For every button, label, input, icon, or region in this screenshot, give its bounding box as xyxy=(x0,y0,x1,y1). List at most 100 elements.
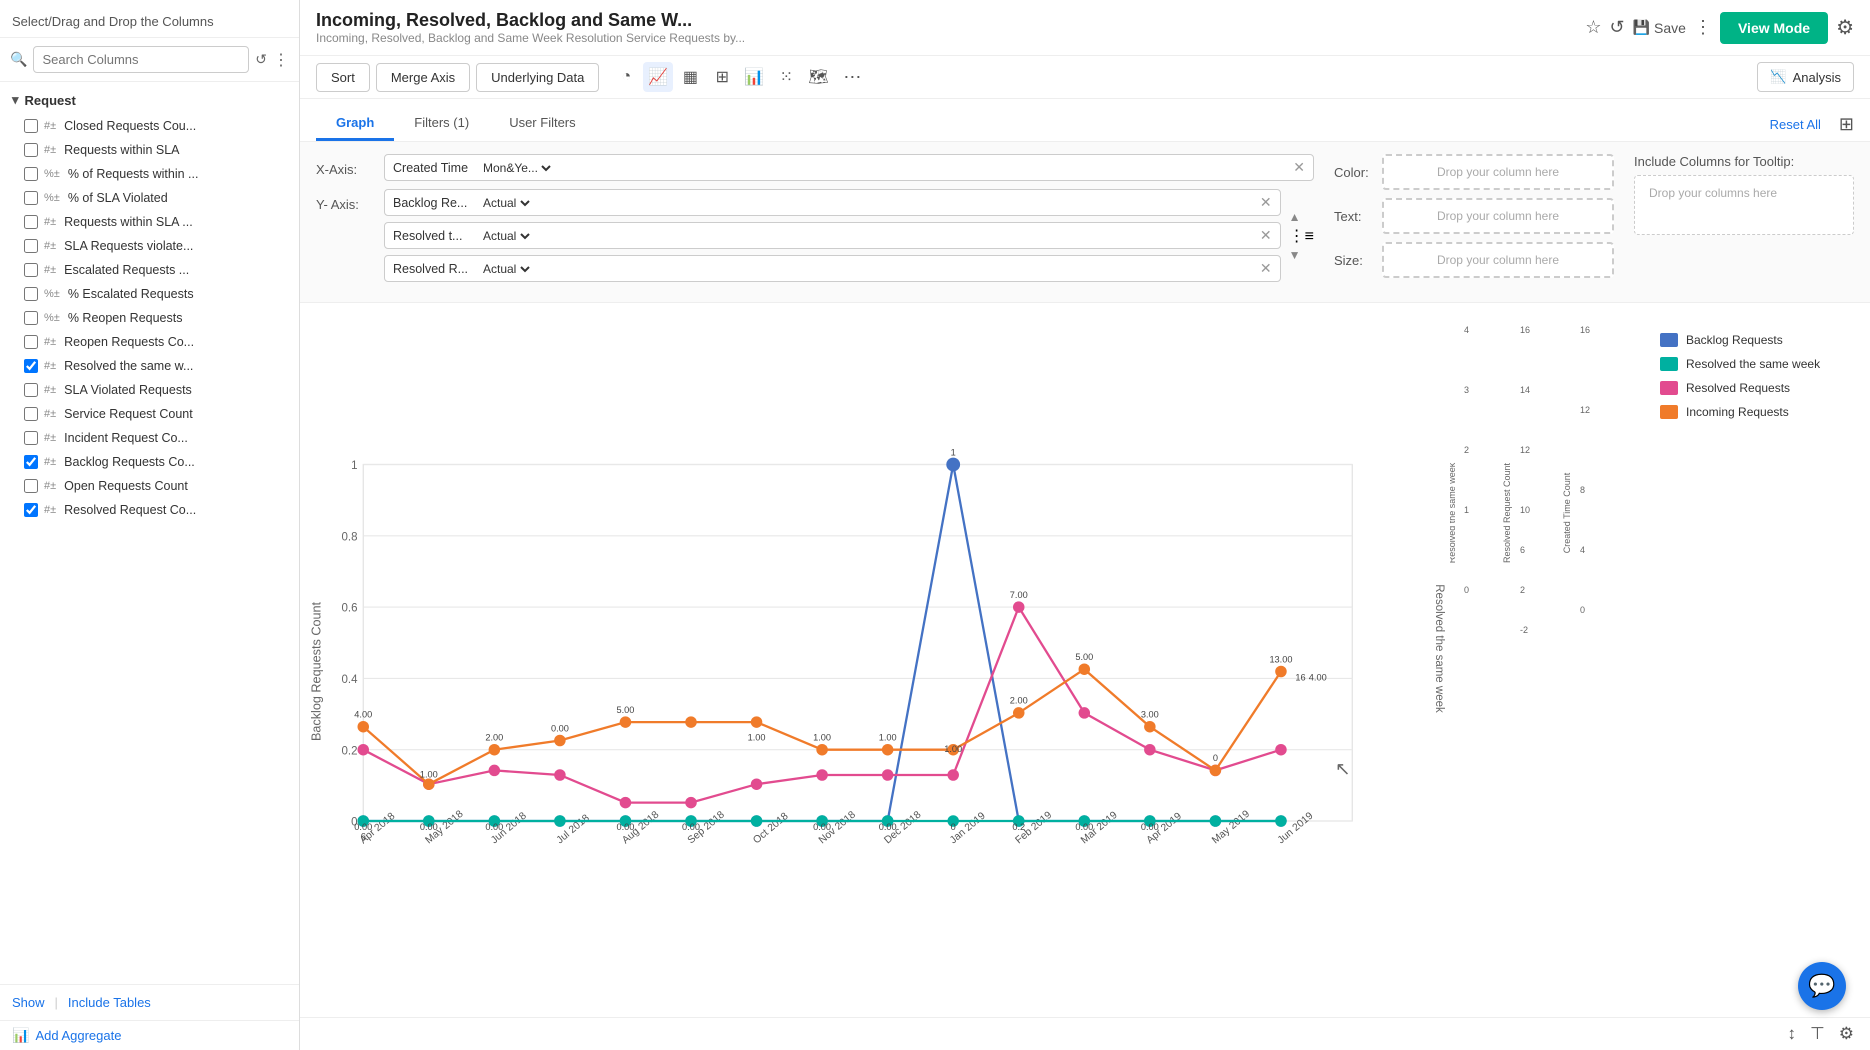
col-checkbox-sla-violated-req[interactable] xyxy=(24,383,38,397)
bar-chart-icon[interactable]: ▦ xyxy=(675,62,705,92)
col-item-sla-req-violate[interactable]: #± SLA Requests violate... xyxy=(0,234,299,258)
color-drop-zone[interactable]: Drop your column here xyxy=(1382,154,1614,190)
reset-all-btn[interactable]: Reset All xyxy=(1762,109,1829,140)
col-checkbox-pct-reopen[interactable] xyxy=(24,311,38,325)
scroll-down-icon[interactable]: ▼ xyxy=(1289,248,1314,262)
col-checkbox-pct-req-within[interactable] xyxy=(24,167,38,181)
col-checkbox-resolved-same-w[interactable] xyxy=(24,359,38,373)
y-axis-col-1-agg[interactable]: ActualSum xyxy=(479,195,533,211)
settings-bottom-icon[interactable]: ⚙ xyxy=(1839,1024,1854,1044)
x-axis-remove-btn[interactable]: ✕ xyxy=(1293,159,1305,176)
stacked-bar-icon[interactable]: ⊞ xyxy=(707,62,737,92)
search-icon: 🔍 xyxy=(10,51,27,68)
col-checkbox-incident-req-co[interactable] xyxy=(24,431,38,445)
size-drop-zone[interactable]: Drop your column here xyxy=(1382,242,1614,278)
y-axis-col-3-remove[interactable]: ✕ xyxy=(1260,260,1272,277)
tab-user-filters[interactable]: User Filters xyxy=(489,107,595,141)
save-button[interactable]: 💾 Save xyxy=(1633,19,1686,36)
include-tables-link[interactable]: Include Tables xyxy=(68,995,151,1010)
col-checkbox-backlog-req-co[interactable] xyxy=(24,455,38,469)
col-checkbox-req-within-sla[interactable] xyxy=(24,143,38,157)
col-item-closed-req[interactable]: #± Closed Requests Cou... xyxy=(0,114,299,138)
x-axis-aggregation-select[interactable]: Mon&Ye... Year Month xyxy=(479,160,554,176)
col-type-icon-incident-req-co: #± xyxy=(44,432,56,444)
chart-more-icon[interactable]: ⋯ xyxy=(843,67,861,88)
svg-text:4: 4 xyxy=(1580,545,1585,555)
svg-text:0.00: 0.00 xyxy=(682,822,700,832)
col-checkbox-resolved-req-co[interactable] xyxy=(24,503,38,517)
view-mode-button[interactable]: View Mode xyxy=(1720,12,1828,44)
col-item-pct-escalated[interactable]: %± % Escalated Requests xyxy=(0,282,299,306)
svg-text:3: 3 xyxy=(1464,385,1469,395)
combo-chart-icon[interactable]: 📊 xyxy=(739,62,769,92)
bar-chart-small-icon[interactable]: ⋮≡ xyxy=(1289,226,1314,246)
col-item-open-req-count[interactable]: #± Open Requests Count xyxy=(0,474,299,498)
col-label-open-req-count: Open Requests Count xyxy=(64,479,287,493)
svg-text:0: 0 xyxy=(1464,585,1469,595)
col-checkbox-pct-sla-violated[interactable] xyxy=(24,191,38,205)
refresh-icon[interactable]: ↺ xyxy=(255,51,267,68)
layout-icon[interactable]: ⊞ xyxy=(1839,114,1854,135)
sort-bottom-icon[interactable]: ↕ xyxy=(1787,1024,1796,1044)
y-axis-col-3-agg[interactable]: ActualSum xyxy=(479,261,533,277)
search-columns-input[interactable] xyxy=(33,46,249,73)
sort-button[interactable]: Sort xyxy=(316,63,370,92)
col-checkbox-closed-req[interactable] xyxy=(24,119,38,133)
col-item-pct-req-within[interactable]: %± % of Requests within ... xyxy=(0,162,299,186)
svg-text:2.00: 2.00 xyxy=(1010,696,1028,706)
col-checkbox-req-within-sla2[interactable] xyxy=(24,215,38,229)
col-checkbox-reopen-req-co[interactable] xyxy=(24,335,38,349)
col-item-escalated-req[interactable]: #± Escalated Requests ... xyxy=(0,258,299,282)
col-item-reopen-req-co[interactable]: #± Reopen Requests Co... xyxy=(0,330,299,354)
x-axis-label: X-Axis: xyxy=(316,154,376,177)
col-item-resolved-same-w[interactable]: #± Resolved the same w... xyxy=(0,354,299,378)
tooltip-drop-zone[interactable]: Drop your columns here xyxy=(1634,175,1854,235)
scatter-icon[interactable]: ⁙ xyxy=(771,62,801,92)
svg-text:0.00: 0.00 xyxy=(485,822,503,832)
col-checkbox-service-req-count[interactable] xyxy=(24,407,38,421)
overflow-icon[interactable]: ⋮ xyxy=(1694,17,1712,38)
group-header-request[interactable]: ▾ Request xyxy=(0,86,299,114)
merge-axis-button[interactable]: Merge Axis xyxy=(376,63,470,92)
col-item-req-within-sla[interactable]: #± Requests within SLA xyxy=(0,138,299,162)
scroll-up-icon[interactable]: ▲ xyxy=(1289,210,1314,224)
map-icon[interactable]: 🗺 xyxy=(803,62,833,92)
col-item-resolved-req-co[interactable]: #± Resolved Request Co... xyxy=(0,498,299,522)
col-checkbox-sla-req-violate[interactable] xyxy=(24,239,38,253)
size-row: Size: Drop your column here xyxy=(1334,242,1614,278)
pie-chart-icon[interactable]: ◔ xyxy=(611,62,641,92)
col-checkbox-escalated-req[interactable] xyxy=(24,263,38,277)
y-axis-col-2-agg[interactable]: ActualSum xyxy=(479,228,533,244)
chat-fab-button[interactable]: 💬 xyxy=(1798,962,1846,1010)
col-checkbox-open-req-count[interactable] xyxy=(24,479,38,493)
analysis-button[interactable]: 📉 Analysis xyxy=(1757,62,1854,92)
col-item-backlog-req-co[interactable]: #± Backlog Requests Co... xyxy=(0,450,299,474)
col-checkbox-pct-escalated[interactable] xyxy=(24,287,38,301)
text-drop-zone[interactable]: Drop your column here xyxy=(1382,198,1614,234)
svg-text:1: 1 xyxy=(351,460,357,472)
more-options-icon[interactable]: ⋮ xyxy=(273,50,289,70)
svg-text:10: 10 xyxy=(1520,505,1530,515)
star-icon[interactable]: ☆ xyxy=(1585,17,1601,38)
col-item-pct-reopen[interactable]: %± % Reopen Requests xyxy=(0,306,299,330)
col-label-pct-reopen: % Reopen Requests xyxy=(68,311,287,325)
col-item-incident-req-co[interactable]: #± Incident Request Co... xyxy=(0,426,299,450)
col-item-service-req-count[interactable]: #± Service Request Count xyxy=(0,402,299,426)
settings-icon[interactable]: ⚙ xyxy=(1836,15,1854,40)
show-link[interactable]: Show xyxy=(12,995,45,1010)
col-item-pct-sla-violated[interactable]: %± % of SLA Violated xyxy=(0,186,299,210)
line-chart-icon[interactable]: 📈 xyxy=(643,62,673,92)
add-aggregate-btn[interactable]: 📊 Add Aggregate xyxy=(0,1020,299,1050)
filter-bottom-icon[interactable]: ⊤ xyxy=(1810,1024,1825,1044)
y-axis-col-2-remove[interactable]: ✕ xyxy=(1260,227,1272,244)
legend-item-resolved-same: Resolved the same week xyxy=(1660,357,1860,371)
col-item-sla-violated-req[interactable]: #± SLA Violated Requests xyxy=(0,378,299,402)
tab-filters[interactable]: Filters (1) xyxy=(394,107,489,141)
col-item-req-within-sla2[interactable]: #± Requests within SLA ... xyxy=(0,210,299,234)
refresh-icon[interactable]: ↺ xyxy=(1610,17,1625,38)
underlying-data-button[interactable]: Underlying Data xyxy=(476,63,599,92)
column-list: ▾ Request #± Closed Requests Cou... #± R… xyxy=(0,82,299,984)
col-label-sla-violated-req: SLA Violated Requests xyxy=(64,383,287,397)
tab-graph[interactable]: Graph xyxy=(316,107,394,141)
y-axis-col-1-remove[interactable]: ✕ xyxy=(1260,194,1272,211)
